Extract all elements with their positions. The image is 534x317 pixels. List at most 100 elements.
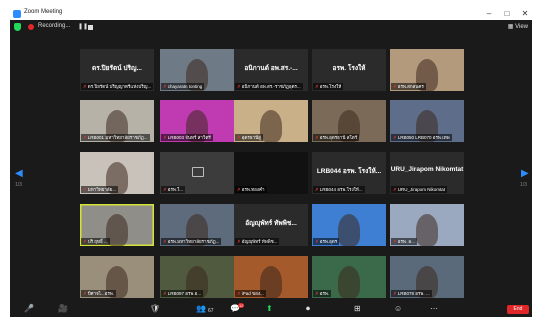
participant-name: อัญญุพัทร์ ทัพพิช... — [241, 239, 278, 244]
participant-tile[interactable]: ✗LRB097 อรพ.อ... — [160, 256, 234, 298]
breakout-rooms-icon[interactable]: ⊞ — [354, 304, 361, 314]
participant-tile[interactable]: ✗อรพ.อุดรธานี สโตร์ — [312, 100, 386, 142]
participant-tile[interactable]: ✗chayaratn tonting — [160, 49, 234, 91]
participants-count: 67 — [208, 308, 214, 314]
participant-name: อรพ.สกลนคร — [397, 84, 424, 89]
participant-name-label: ✗LRB003 จันทร์ สาวิตรี — [161, 134, 213, 141]
window-title: Zoom Meeting — [24, 9, 63, 15]
participant-video — [416, 214, 438, 246]
maximize-button[interactable]: □ — [502, 8, 512, 20]
video-camera-icon[interactable]: 🎥 — [58, 304, 68, 314]
muted-mic-icon: ✗ — [315, 239, 319, 244]
participant-name: chayaratn tonting — [167, 84, 203, 89]
muted-mic-icon: ✗ — [237, 239, 241, 244]
participant-name-label: ✗อรพ.อุดร — [313, 238, 340, 245]
muted-mic-icon: ✗ — [393, 135, 397, 140]
participant-name-label: ✗LRB001 มหาวิทยาลัยราชภัฏ... — [81, 134, 150, 141]
participant-name: LRB078 อรพ. ... — [397, 291, 430, 296]
stop-recording-icon[interactable] — [88, 25, 93, 30]
participant-tile[interactable]: ✗iPad ของ... — [234, 256, 308, 298]
zoom-app-icon — [13, 10, 21, 18]
participant-name: ปีศาจไ...อรพ. — [87, 291, 115, 296]
close-button[interactable]: ✕ — [520, 8, 530, 20]
participant-name: LRB044 อรพ.โรงให้... — [319, 187, 363, 192]
muted-mic-icon: ✗ — [83, 239, 87, 244]
muted-mic-icon: ✗ — [237, 84, 241, 89]
participant-tile[interactable]: อรพ. โรงให้ ✗อรพ.โรงให้ — [312, 49, 386, 91]
participant-video — [260, 110, 282, 142]
participant-name-label: ✗อรพ. อ... — [391, 238, 417, 245]
participant-name-label: ✗อรพ. — [313, 290, 332, 297]
participant-name: มหาวิทยาลัย... — [87, 187, 117, 192]
participant-name: อรพ. อ... — [397, 239, 415, 244]
participant-tile[interactable]: ✗ปีศาจไ...อรพ. — [80, 256, 154, 298]
muted-mic-icon: ✗ — [315, 291, 319, 296]
muted-mic-icon: ✗ — [393, 239, 397, 244]
record-icon[interactable]: ⏺ — [306, 304, 310, 314]
participant-name-label: ✗ดร.ปิยรัตน์ ปริญญาตรีแห่งปริญ... — [81, 83, 154, 90]
muted-mic-icon: ✗ — [83, 291, 87, 296]
recording-status: Recording... — [38, 23, 71, 29]
participant-tile[interactable]: ✗อุดรธานีสู่ — [234, 100, 308, 142]
end-meeting-button[interactable]: End — [507, 305, 529, 314]
participant-tile[interactable]: ✗อรพ.ทองคำ — [234, 152, 308, 194]
participant-name: อรพ.ใ... — [167, 187, 184, 192]
muted-mic-icon: ✗ — [315, 187, 319, 192]
muted-mic-icon: ✗ — [83, 135, 87, 140]
participant-name: LRB097 อรพ.อ... — [167, 291, 202, 296]
participant-name-label: ✗LRB050 LRB070 อรพ.เทพ — [391, 134, 452, 141]
participant-name: iPad ของ... — [241, 291, 264, 296]
participant-tile[interactable]: ✗อรพ.สกลนคร — [390, 49, 464, 91]
participants-icon[interactable]: 👥 — [196, 304, 206, 314]
security-shield-icon[interactable] — [14, 23, 21, 31]
participant-name-label: ✗ปริ ฤทธิ์ ... — [81, 238, 110, 245]
reactions-icon[interactable]: ☺ — [394, 304, 402, 314]
share-screen-icon[interactable]: ⬆ — [266, 304, 273, 314]
participant-tile[interactable]: ✗LRB001 มหาวิทยาลัยราชภัฏ... — [80, 100, 154, 142]
view-button[interactable]: ▦ View — [508, 23, 528, 30]
participant-tile[interactable]: ✗LRB078 อรพ. ... — [390, 256, 464, 298]
participant-tile[interactable]: ดร.ปิยรัตน์ ปริญ... ✗ดร.ปิยรัตน์ ปริญญาตร… — [80, 49, 154, 91]
participant-tile[interactable]: ✗อรพ.มหาวิทยาลัยราชภัฏ... — [160, 204, 234, 246]
view-label: View — [515, 24, 528, 30]
more-icon[interactable]: ⋯ — [430, 304, 438, 314]
mute-mic-icon[interactable]: 🎤 — [24, 304, 34, 314]
participant-tile[interactable]: ✗อรพ. อ... — [390, 204, 464, 246]
participant-tile[interactable]: ✗อรพ. — [312, 256, 386, 298]
participant-name: LRB001 มหาวิทยาลัยราชภัฏ... — [87, 135, 148, 140]
participant-name: อุดรธานีสู่ — [241, 135, 261, 140]
participant-name-label: ✗อรพ.โรงให้ — [313, 83, 344, 90]
participant-name-label: ✗chayaratn tonting — [161, 83, 205, 90]
participant-name-label: ✗มหาวิทยาลัย... — [81, 186, 119, 193]
participant-tile[interactable]: ✗อรพ.ใ... — [160, 152, 234, 194]
participant-name-display: อรพ. โรงให้ — [332, 65, 366, 72]
participant-tile[interactable]: ✗ปริ ฤทธิ์ ... — [80, 204, 154, 246]
participant-tile[interactable]: ✗LRB003 จันทร์ สาวิตรี — [160, 100, 234, 142]
minimize-button[interactable]: – — [484, 8, 494, 20]
meeting-toolbar: 🎤 🎥 🛡 👥 67 💬 12 ⬆ ⏺ ⊞ ☺ ⋯ End — [10, 302, 532, 317]
participant-tile[interactable]: LRB044 อรพ. โรงให้... ✗LRB044 อรพ.โรงให้.… — [312, 152, 386, 194]
participant-tile[interactable]: ✗มหาวิทยาลัย... — [80, 152, 154, 194]
pause-recording-icon[interactable]: ❚❚ — [78, 23, 88, 30]
participant-name-label: ✗ปีศาจไ...อรพ. — [81, 290, 117, 297]
participant-tile[interactable]: อัญญุพัทร์ ทัพพิช... ✗อัญญุพัทร์ ทัพพิช..… — [234, 204, 308, 246]
muted-mic-icon: ✗ — [237, 291, 241, 296]
next-page-icon[interactable]: ▶ — [521, 168, 529, 179]
participant-tile[interactable]: ✗LRB050 LRB070 อรพ.เทพ — [390, 100, 464, 142]
participant-name: อรพ. — [319, 291, 330, 296]
participant-tile[interactable]: ✗อรพ.อุดร — [312, 204, 386, 246]
participant-name-label: ✗LRB078 อรพ. ... — [391, 290, 432, 297]
security-icon[interactable]: 🛡 — [150, 304, 160, 314]
end-meeting-label: End — [513, 306, 523, 312]
participant-name-label: ✗URU_Jirapom Nikomtat — [391, 186, 448, 193]
camera-off-icon — [192, 167, 204, 177]
muted-mic-icon: ✗ — [237, 135, 241, 140]
participant-video — [338, 266, 360, 298]
participant-tile[interactable]: อนิกานต์ อพ.สร.-... ✗อนิกานต์ อพ.สร.-ราชภ… — [234, 49, 308, 91]
muted-mic-icon: ✗ — [393, 84, 397, 89]
previous-page-number: 1/3 — [15, 182, 22, 188]
participant-name-display: อัญญุพัทร์ ทัพพิช... — [245, 220, 297, 227]
participant-tile[interactable]: URU_Jirapom Nikomtat ✗URU_Jirapom Nikomta… — [390, 152, 464, 194]
muted-mic-icon: ✗ — [83, 84, 87, 89]
previous-page-icon[interactable]: ◀ — [15, 168, 23, 179]
